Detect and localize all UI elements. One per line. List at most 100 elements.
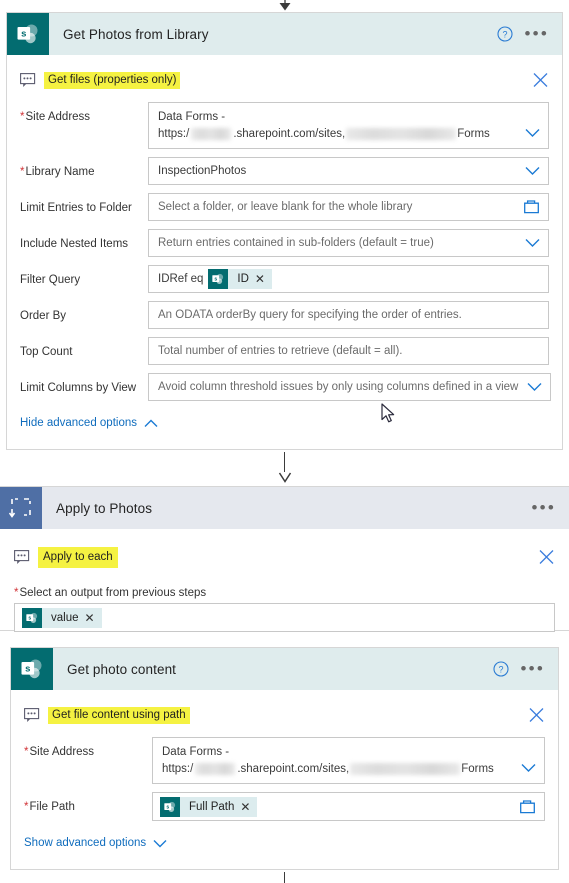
- site-address-line2: https:/ .sharepoint.com/sites, Forms: [158, 127, 490, 140]
- field-row-site-address: *Site Address Data Forms - https:/ .shar…: [24, 737, 545, 784]
- chevron-down-icon[interactable]: [525, 238, 540, 248]
- filter-query-input[interactable]: IDRef eq s ID ✕: [148, 265, 549, 293]
- comment-bubble-icon: [14, 549, 30, 564]
- action-name-label: Get file content using path: [48, 706, 190, 724]
- more-options-icon[interactable]: •••: [525, 25, 549, 42]
- apply-to-each-icon: [0, 487, 42, 529]
- help-circle-icon[interactable]: ?: [492, 661, 509, 677]
- dynamic-content-token-full-path[interactable]: s Full Path ✕: [160, 796, 258, 817]
- toggle-advanced-options[interactable]: Show advanced options: [24, 837, 545, 849]
- action-card-apply-to-photos[interactable]: Apply to Photos ••• Apply to each *Selec…: [0, 486, 569, 632]
- field-label: Limit Entries to Folder: [20, 202, 132, 214]
- order-by-input[interactable]: An ODATA orderBy query for specifying th…: [148, 301, 549, 329]
- field-row-top-count: Top Count Total number of entries to ret…: [20, 337, 549, 365]
- remove-token-icon[interactable]: ✕: [85, 612, 102, 624]
- card-title: Apply to Photos: [56, 500, 153, 516]
- card-header[interactable]: Apply to Photos •••: [0, 487, 569, 529]
- site-address-line1: Data Forms -: [162, 745, 230, 758]
- include-nested-items-input[interactable]: Return entries contained in sub-folders …: [148, 229, 549, 257]
- redacted-tenant: [195, 763, 236, 775]
- svg-text:s: s: [21, 29, 26, 40]
- field-row-include-nested-items: Include Nested Items Return entries cont…: [20, 229, 549, 257]
- file-path-input[interactable]: s Full Path ✕: [152, 792, 545, 821]
- advanced-options-label: Hide advanced options: [20, 417, 137, 429]
- folder-picker-icon[interactable]: [524, 200, 540, 214]
- field-row-site-address: *Site Address Data Forms - https:/ .shar…: [20, 102, 549, 149]
- field-row-filter-query: Filter Query IDRef eq s ID ✕: [20, 265, 549, 293]
- field-label: *Site Address: [24, 746, 95, 758]
- more-options-icon[interactable]: •••: [532, 499, 556, 516]
- help-circle-icon[interactable]: ?: [496, 26, 513, 42]
- folder-picker-icon[interactable]: [520, 799, 536, 814]
- token-label: Full Path: [189, 800, 235, 813]
- field-label: Limit Columns by View: [20, 382, 137, 394]
- field-label: Top Count: [20, 346, 73, 358]
- token-label: value: [51, 611, 79, 624]
- placeholder-text: An ODATA orderBy query for specifying th…: [158, 308, 462, 321]
- action-name-label: Apply to each: [38, 546, 118, 568]
- site-address-input[interactable]: Data Forms - https:/ .sharepoint.com/sit…: [152, 737, 545, 784]
- card-header-actions: ? •••: [492, 660, 558, 677]
- svg-text:s: s: [215, 276, 218, 282]
- close-icon[interactable]: [538, 549, 555, 566]
- sharepoint-icon: s: [208, 269, 229, 289]
- select-output-input[interactable]: s value ✕: [14, 603, 555, 632]
- dynamic-content-token-value[interactable]: s value ✕: [22, 607, 102, 628]
- card-body: Apply to each *Select an output from pre…: [0, 541, 569, 632]
- card-title: Get photo content: [67, 661, 177, 677]
- flow-arrow-icon: [279, 0, 290, 11]
- placeholder-text: Select a folder, or leave blank for the …: [158, 200, 413, 213]
- chevron-down-icon[interactable]: [525, 128, 540, 138]
- field-row-limit-columns-by-view: Limit Columns by View Avoid column thres…: [20, 373, 552, 401]
- remove-token-icon[interactable]: ✕: [255, 273, 272, 285]
- field-label: *Library Name: [20, 166, 95, 178]
- field-label: Include Nested Items: [20, 238, 129, 250]
- toggle-advanced-options[interactable]: Hide advanced options: [20, 417, 549, 429]
- svg-text:s: s: [166, 804, 169, 810]
- field-row-file-path: *File Path s Full Path ✕: [24, 792, 545, 821]
- placeholder-text: Return entries contained in sub-folders …: [158, 236, 434, 249]
- sharepoint-icon: s: [7, 13, 49, 55]
- token-label: ID: [237, 273, 249, 285]
- chevron-down-icon[interactable]: [525, 166, 540, 176]
- more-options-icon[interactable]: •••: [521, 660, 545, 677]
- action-card-get-photos-from-library[interactable]: s Get Photos from Library ? ••• Get file…: [6, 12, 563, 450]
- field-label: *File Path: [24, 801, 75, 813]
- chevron-down-icon[interactable]: [527, 382, 542, 392]
- svg-text:?: ?: [498, 665, 503, 675]
- limit-columns-by-view-input[interactable]: Avoid column threshold issues by only us…: [148, 373, 552, 401]
- filter-query-prefix: IDRef eq: [158, 273, 204, 285]
- site-address-line1: Data Forms -: [158, 110, 226, 123]
- library-name-input[interactable]: InspectionPhotos: [148, 157, 549, 185]
- chevron-down-icon[interactable]: [521, 763, 536, 773]
- comment-bubble-icon: [20, 72, 36, 87]
- site-address-input[interactable]: Data Forms - https:/ .sharepoint.com/sit…: [148, 102, 549, 149]
- library-name-value: InspectionPhotos: [158, 164, 247, 177]
- action-subheader: Get files (properties only): [20, 64, 549, 96]
- card-title: Get Photos from Library: [63, 26, 209, 42]
- close-icon[interactable]: [528, 707, 545, 724]
- close-icon[interactable]: [532, 72, 549, 89]
- card-header[interactable]: s Get Photos from Library ? •••: [7, 13, 562, 55]
- placeholder-text: Avoid column threshold issues by only us…: [158, 380, 519, 393]
- svg-text:s: s: [25, 664, 30, 675]
- card-body: Get files (properties only) *Site Addres…: [7, 64, 562, 429]
- dynamic-content-token-id[interactable]: s ID ✕: [208, 269, 272, 289]
- flow-arrow-icon: [278, 472, 291, 483]
- top-count-input[interactable]: Total number of entries to retrieve (def…: [148, 337, 549, 365]
- required-asterisk: *: [20, 111, 25, 123]
- action-subheader: Apply to each: [14, 541, 555, 573]
- sharepoint-icon: s: [22, 607, 42, 628]
- placeholder-text: Total number of entries to retrieve (def…: [158, 344, 403, 357]
- remove-token-icon[interactable]: ✕: [240, 801, 257, 813]
- limit-entries-to-folder-input[interactable]: Select a folder, or leave blank for the …: [148, 193, 549, 221]
- sharepoint-icon: s: [160, 796, 180, 817]
- required-asterisk: *: [24, 801, 29, 813]
- card-header-actions: •••: [532, 499, 569, 516]
- action-card-get-photo-content[interactable]: s Get photo content ? ••• Get file conte…: [10, 647, 559, 870]
- field-label: Filter Query: [20, 274, 81, 286]
- required-asterisk: *: [14, 587, 19, 599]
- advanced-options-label: Show advanced options: [24, 837, 147, 849]
- sharepoint-icon: s: [11, 648, 53, 690]
- card-header[interactable]: s Get photo content ? •••: [11, 648, 558, 690]
